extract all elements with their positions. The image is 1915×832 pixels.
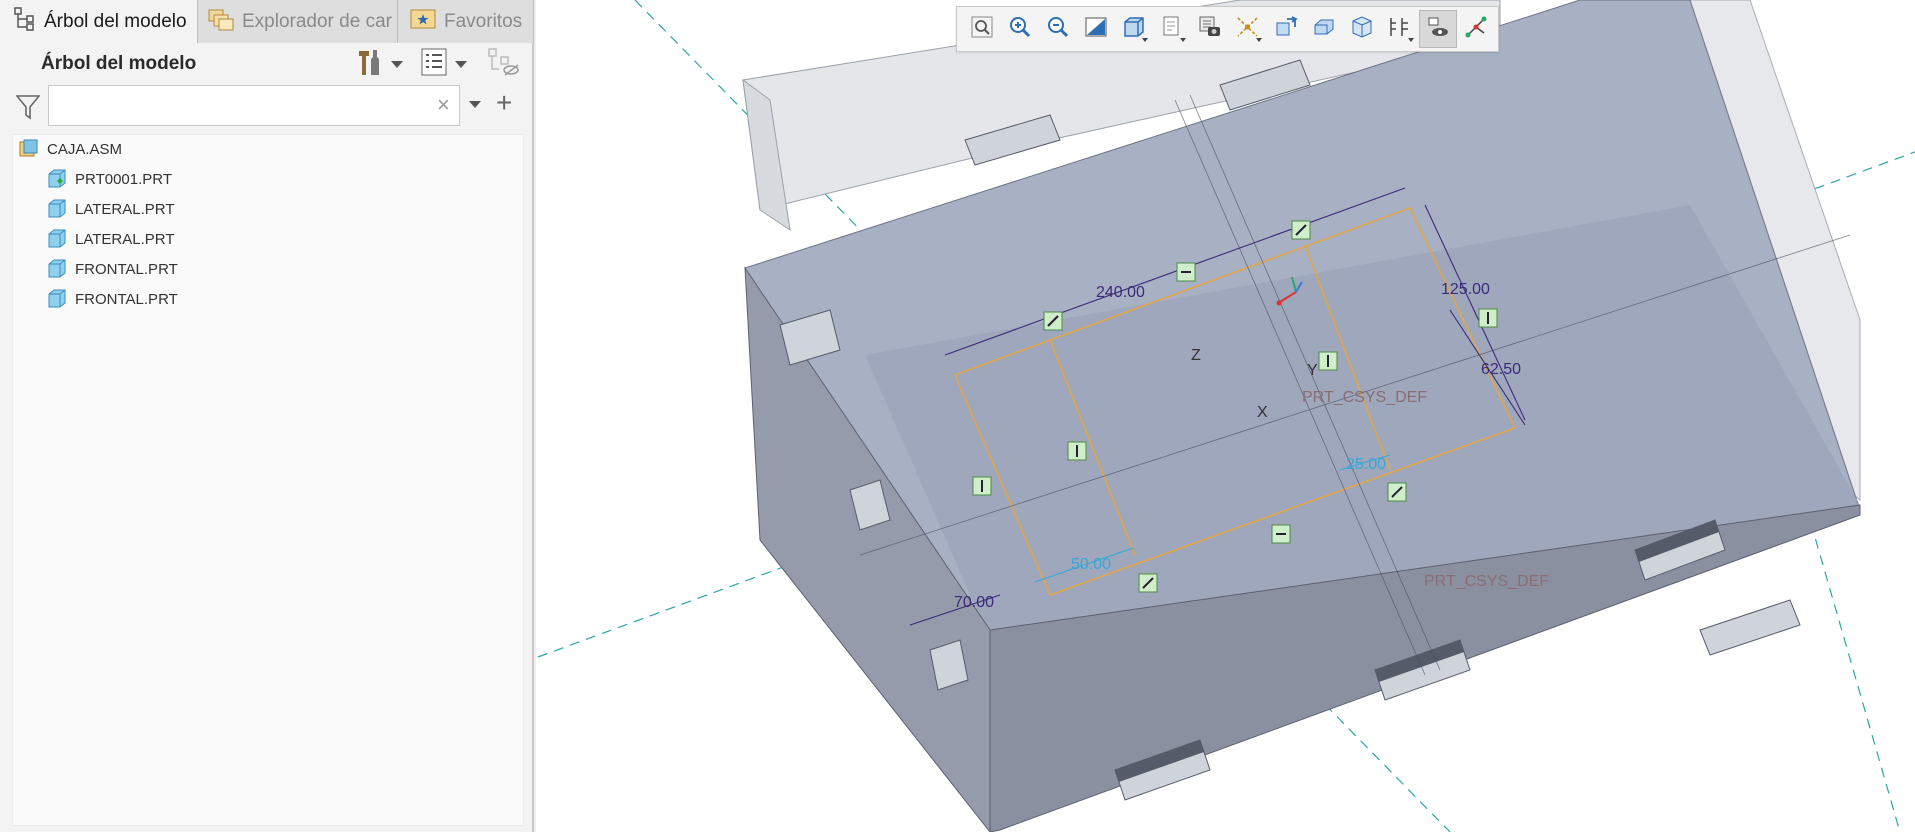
repaint-icon: [1084, 15, 1108, 44]
refit-button[interactable]: [963, 10, 1001, 48]
assembly-icon: [19, 139, 39, 159]
datum-display-button[interactable]: [1229, 10, 1267, 48]
axis-label-z: Z: [1191, 347, 1201, 364]
tree-item-lateral-1[interactable]: LATERAL.PRT: [47, 195, 174, 223]
csys-label-lower: PRT_CSYS_DEF: [1424, 573, 1550, 590]
tree-item-label: LATERAL.PRT: [75, 200, 175, 218]
tree-header: Árbol del modelo: [0, 43, 534, 85]
tab-favorites-label: Favoritos: [444, 10, 523, 32]
chevron-down-icon: [1256, 38, 1262, 42]
dimension-25[interactable]: 25.00: [1346, 456, 1386, 474]
tree-title: Árbol del modelo: [41, 53, 197, 74]
zoom-in-icon: [1008, 15, 1032, 44]
navigator-tab-bar: Árbol del modelo Explorador de car Favor…: [0, 0, 534, 43]
filter-icon[interactable]: [15, 94, 41, 125]
dimension-240[interactable]: 240.00: [1096, 284, 1145, 302]
csys-label-main: PRT_CSYS_DEF: [1302, 389, 1428, 406]
saved-orientations-button[interactable]: [1153, 10, 1191, 48]
tab-favorites[interactable]: Favoritos: [398, 0, 534, 43]
tab-folder-browser[interactable]: Explorador de car: [198, 0, 398, 43]
section-icon: [1312, 15, 1336, 44]
chevron-down-icon: [469, 101, 481, 108]
zoom-out-button[interactable]: [1039, 10, 1077, 48]
list-icon: [421, 48, 447, 81]
sketch-view-button[interactable]: [1419, 10, 1457, 48]
tab-model-tree-label: Árbol del modelo: [44, 10, 187, 32]
zoom-out-icon: [1046, 15, 1070, 44]
tree-item-label: FRONTAL.PRT: [75, 290, 178, 308]
annotation-display-button[interactable]: [1267, 10, 1305, 48]
tools-icon: [355, 47, 383, 82]
chevron-down-icon: [391, 60, 403, 68]
perspective-button[interactable]: [1343, 10, 1381, 48]
model-tree-icon: [14, 6, 36, 37]
show-menu-button[interactable]: [421, 48, 467, 81]
repaint-button[interactable]: [1077, 10, 1115, 48]
model-tree: CAJA.ASM PRT0001.PRT LATERAL.PRT LATERAL…: [12, 134, 524, 826]
dimension-70[interactable]: 70.00: [954, 594, 994, 612]
model-canvas[interactable]: [536, 0, 1915, 832]
tree-item-caja-asm[interactable]: CAJA.ASM: [19, 135, 122, 163]
clear-icon[interactable]: ×: [437, 92, 450, 118]
hide-items-button[interactable]: [487, 47, 521, 82]
tree-item-prt0001[interactable]: PRT0001.PRT: [47, 165, 172, 193]
part-icon: [47, 199, 67, 219]
sketch-display-button[interactable]: [1381, 10, 1419, 48]
tree-item-frontal-1[interactable]: FRONTAL.PRT: [47, 255, 178, 283]
dimension-125[interactable]: 125.00: [1441, 281, 1490, 299]
axis-label-x: X: [1257, 404, 1268, 421]
favorites-icon: [410, 8, 436, 36]
part-icon: [47, 289, 67, 309]
perspective-icon: [1350, 15, 1374, 44]
annotation-display-icon: [1274, 15, 1298, 44]
tree-item-label: CAJA.ASM: [47, 140, 123, 158]
add-icon[interactable]: +: [496, 87, 512, 119]
graphics-viewport[interactable]: 240.00 125.00 62.50 25.00 50.00 70.00 PR…: [536, 0, 1915, 832]
settings-menu-button[interactable]: [355, 49, 403, 79]
tab-folder-browser-label: Explorador de car: [242, 10, 392, 32]
constraints-icon: [1464, 15, 1488, 44]
search-input[interactable]: [48, 85, 460, 126]
chevron-down-icon: [1142, 38, 1148, 42]
tree-visibility-icon: [487, 47, 521, 82]
zoom-in-button[interactable]: [1001, 10, 1039, 48]
active-part-icon: [47, 169, 67, 189]
view-manager-button[interactable]: [1191, 10, 1229, 48]
part-icon: [47, 259, 67, 279]
model-tree-panel: Árbol del modelo Explorador de car Favor…: [0, 0, 534, 832]
sketch-view-icon: [1426, 15, 1450, 44]
dimension-50[interactable]: 50.00: [1071, 556, 1111, 574]
tree-item-label: PRT0001.PRT: [75, 170, 172, 188]
constraints-button[interactable]: [1457, 10, 1495, 48]
tree-item-label: LATERAL.PRT: [75, 230, 175, 248]
chevron-down-icon: [1408, 38, 1414, 42]
view-manager-icon: [1198, 15, 1222, 44]
tree-item-frontal-2[interactable]: FRONTAL.PRT: [47, 285, 178, 313]
axis-label-y: Y: [1307, 362, 1318, 379]
dimension-62-50[interactable]: 62.50: [1481, 361, 1521, 379]
tree-item-lateral-2[interactable]: LATERAL.PRT: [47, 225, 174, 253]
part-icon: [47, 229, 67, 249]
chevron-down-icon: [455, 60, 467, 68]
section-button[interactable]: [1305, 10, 1343, 48]
filter-row: × +: [0, 85, 534, 129]
search-dropdown-button[interactable]: [469, 101, 481, 108]
folder-browser-icon: [208, 7, 234, 37]
display-style-button[interactable]: [1115, 10, 1153, 48]
tab-model-tree[interactable]: Árbol del modelo: [0, 0, 198, 43]
chevron-down-icon: [1180, 38, 1186, 42]
refit-icon: [970, 15, 994, 44]
tree-item-label: FRONTAL.PRT: [75, 260, 178, 278]
view-toolbar: [956, 6, 1499, 52]
